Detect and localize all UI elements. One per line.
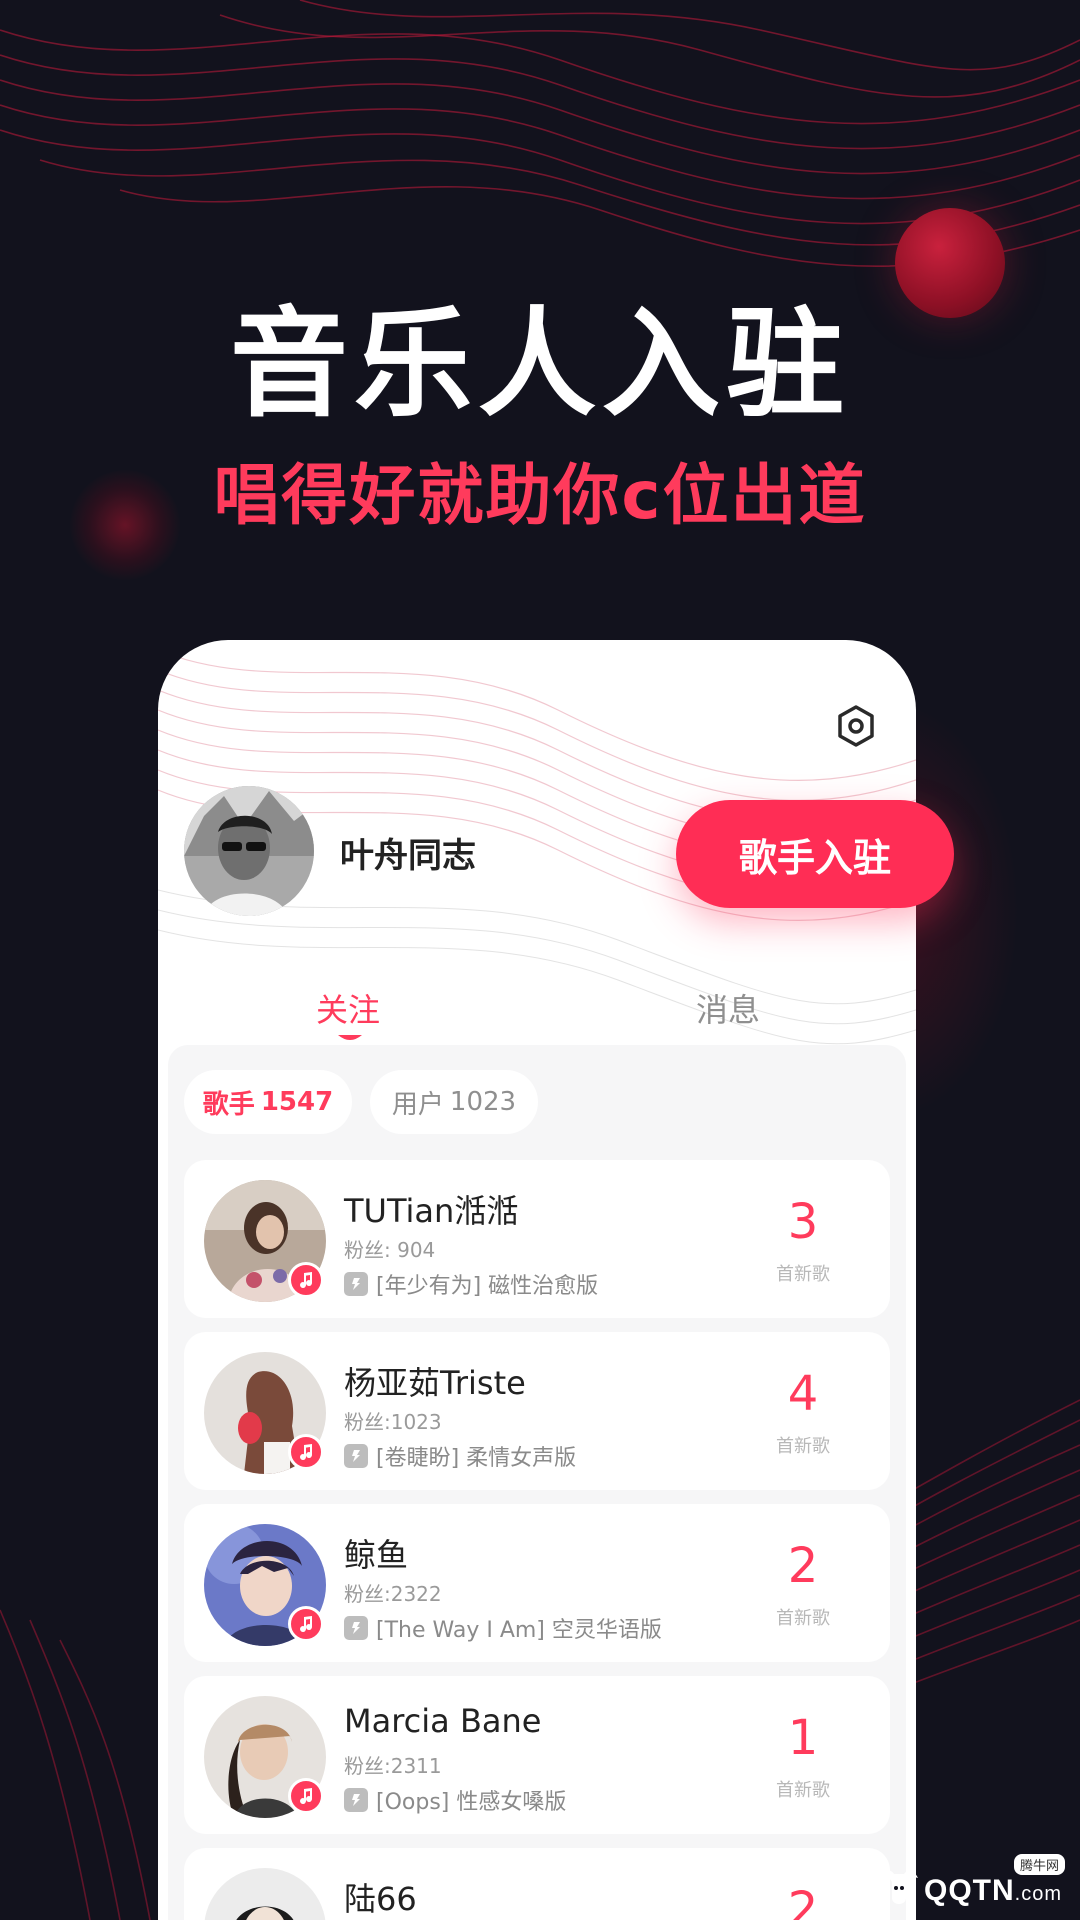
promo-headline: 音乐人入驻 bbox=[229, 295, 850, 433]
singer-card[interactable]: 鲸鱼 粉丝:2322 [The Way I Am] 空灵华语版 2 首新歌 bbox=[184, 1504, 890, 1662]
filter-chip-label: 歌手 bbox=[202, 1089, 255, 1120]
singer-song[interactable]: [Oops] 性感女嗓版 bbox=[344, 1784, 566, 1816]
tab-active-indicator bbox=[338, 1035, 362, 1040]
singer-song[interactable]: [年少有为] 磁性治愈版 bbox=[344, 1268, 598, 1300]
profile-name: 叶舟同志 bbox=[340, 836, 476, 876]
singer-fans: 粉丝:2311 bbox=[344, 1754, 442, 1778]
singer-name: Marcia Bane bbox=[344, 1702, 542, 1740]
song-title: [The Way I Am] 空灵华语版 bbox=[376, 1618, 662, 1643]
tab-follow[interactable]: 关注 bbox=[316, 985, 380, 1031]
promo-subline: 唱得好就助你c位出道 bbox=[213, 457, 867, 534]
filter-chip-count: 1023 bbox=[449, 1087, 517, 1117]
avatar[interactable] bbox=[204, 1352, 326, 1474]
singer-name: 杨亚茹Triste bbox=[344, 1364, 526, 1402]
singer-fans: 粉丝: 904 bbox=[344, 1238, 436, 1262]
music-note-icon bbox=[288, 1778, 324, 1814]
singer-card[interactable]: TUTian湉湉 粉丝: 904 [年少有为] 磁性治愈版 3 首新歌 bbox=[184, 1160, 890, 1318]
singer-join-button[interactable]: 歌手入驻 bbox=[676, 800, 954, 908]
hexagon-settings-icon[interactable] bbox=[832, 702, 880, 750]
filter-chip-count: 1547 bbox=[260, 1087, 334, 1117]
song-title: [Oops] 性感女嗓版 bbox=[376, 1790, 567, 1815]
new-song-count: 1 bbox=[787, 1710, 819, 1766]
song-icon bbox=[344, 1616, 368, 1640]
new-song-label: 首新歌 bbox=[776, 1608, 830, 1629]
song-icon bbox=[344, 1272, 368, 1296]
site-watermark: QQTN.com 腾牛网 bbox=[876, 1854, 1076, 1916]
song-title: [卷睫盼] 柔情女声版 bbox=[376, 1446, 577, 1471]
song-icon bbox=[344, 1444, 368, 1468]
song-icon bbox=[344, 1788, 368, 1812]
song-title: [年少有为] 磁性治愈版 bbox=[376, 1274, 599, 1299]
bull-logo-icon bbox=[880, 1870, 918, 1904]
avatar[interactable] bbox=[204, 1524, 326, 1646]
filter-chip-label: 用户 bbox=[391, 1089, 444, 1120]
singer-name: 鲸鱼 bbox=[344, 1536, 409, 1574]
avatar[interactable] bbox=[204, 1868, 326, 1920]
singer-song[interactable]: [The Way I Am] 空灵华语版 bbox=[344, 1612, 662, 1644]
singer-card[interactable]: 杨亚茹Triste 粉丝:1023 [卷睫盼] 柔情女声版 4 首新歌 bbox=[184, 1332, 890, 1490]
singer-card[interactable]: Marcia Bane 粉丝:2311 [Oops] 性感女嗓版 1 首新歌 bbox=[184, 1676, 890, 1834]
singer-name: 陆66 bbox=[344, 1880, 417, 1918]
avatar[interactable] bbox=[184, 786, 314, 916]
new-song-label: 首新歌 bbox=[776, 1264, 830, 1285]
new-song-count: 3 bbox=[787, 1194, 819, 1250]
new-song-count: 4 bbox=[787, 1366, 819, 1422]
music-note-icon bbox=[288, 1262, 324, 1298]
avatar[interactable] bbox=[204, 1696, 326, 1818]
watermark-text: QQTN.com bbox=[924, 1874, 1063, 1907]
new-song-label: 首新歌 bbox=[776, 1436, 830, 1457]
tab-messages[interactable]: 消息 bbox=[696, 985, 760, 1031]
filter-chip-users[interactable]: 用户 1023 bbox=[370, 1070, 538, 1134]
filter-chip-singers[interactable]: 歌手 1547 bbox=[184, 1070, 352, 1134]
music-note-icon bbox=[288, 1606, 324, 1642]
singer-card[interactable]: 陆66 2 bbox=[184, 1848, 890, 1920]
new-song-count: 2 bbox=[787, 1538, 819, 1594]
music-note-icon bbox=[288, 1434, 324, 1470]
new-song-count: 2 bbox=[787, 1882, 819, 1920]
avatar[interactable] bbox=[204, 1180, 326, 1302]
singer-name: TUTian湉湉 bbox=[344, 1192, 519, 1230]
singer-fans: 粉丝:1023 bbox=[344, 1410, 442, 1434]
new-song-label: 首新歌 bbox=[776, 1780, 830, 1801]
singer-fans: 粉丝:2322 bbox=[344, 1582, 442, 1606]
watermark-tag: 腾牛网 bbox=[1014, 1854, 1066, 1875]
singer-song[interactable]: [卷睫盼] 柔情女声版 bbox=[344, 1440, 576, 1472]
